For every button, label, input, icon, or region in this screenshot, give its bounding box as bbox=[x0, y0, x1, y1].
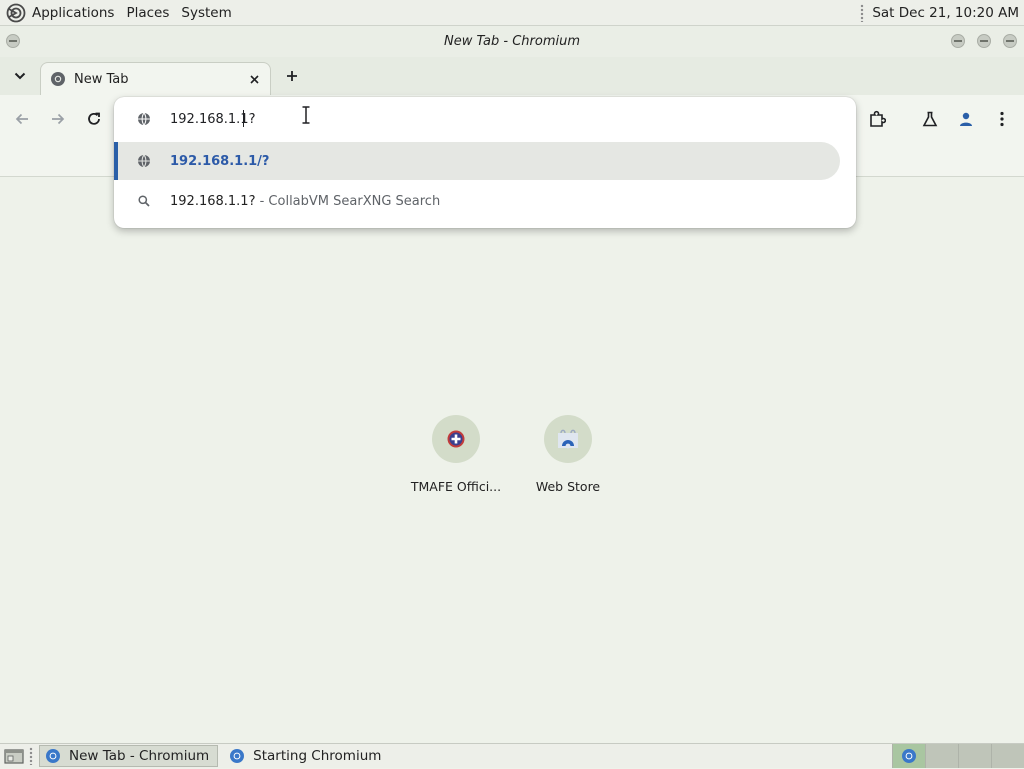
task-new-tab-chromium[interactable]: New Tab - Chromium bbox=[39, 745, 219, 767]
places-menu[interactable]: Places bbox=[121, 0, 176, 26]
panel-menu-bar: Applications Places System bbox=[0, 0, 239, 26]
profile-button[interactable] bbox=[954, 107, 978, 131]
panel-drag-handle[interactable] bbox=[860, 3, 865, 22]
labs-button[interactable] bbox=[918, 107, 942, 131]
taskbar-drag-handle[interactable] bbox=[29, 747, 33, 765]
bottom-taskbar: New Tab - Chromium Starting Chromium bbox=[0, 743, 1024, 768]
flask-icon bbox=[922, 111, 938, 127]
menu-button[interactable] bbox=[990, 107, 1014, 131]
arrow-right-icon bbox=[52, 113, 65, 125]
extensions-button[interactable] bbox=[865, 107, 889, 131]
window-menu-button[interactable] bbox=[6, 34, 20, 48]
suggestion-search-text: 192.168.1.1? - CollabVM SearXNG Search bbox=[170, 194, 440, 209]
task-label: New Tab - Chromium bbox=[69, 748, 210, 764]
puzzle-icon bbox=[870, 110, 886, 127]
shortcut-label: TMAFE Offici... bbox=[410, 479, 502, 494]
show-desktop-icon[interactable] bbox=[3, 747, 25, 765]
close-icon bbox=[249, 74, 259, 84]
omnibox-popup: 192.168.1.1/? 192.168.1.1? - CollabVM Se… bbox=[114, 97, 856, 228]
arrow-left-icon bbox=[15, 113, 28, 125]
suggestion-url[interactable]: 192.168.1.1/? bbox=[114, 142, 840, 180]
clock[interactable]: Sat Dec 21, 10:20 AM bbox=[872, 5, 1019, 21]
task-label: Starting Chromium bbox=[253, 748, 382, 764]
tab-new-tab[interactable]: New Tab bbox=[40, 62, 271, 95]
tab-strip: New Tab bbox=[0, 57, 1024, 95]
suggestion-search[interactable]: 192.168.1.1? - CollabVM SearXNG Search bbox=[114, 182, 840, 220]
workspace-4[interactable] bbox=[991, 743, 1024, 768]
person-icon bbox=[960, 112, 972, 126]
chevron-down-icon bbox=[14, 72, 26, 80]
applications-menu[interactable]: Applications bbox=[27, 0, 121, 26]
suggestion-url-text: 192.168.1.1/? bbox=[170, 153, 270, 169]
tab-title: New Tab bbox=[74, 71, 129, 87]
tab-search-button[interactable] bbox=[10, 66, 30, 86]
chromium-icon bbox=[902, 748, 916, 763]
workspace-switcher bbox=[892, 743, 1024, 769]
suggestion-engine: - CollabVM SearXNG Search bbox=[255, 193, 441, 209]
search-icon bbox=[136, 193, 152, 209]
back-button[interactable] bbox=[10, 107, 34, 131]
new-tab-button[interactable] bbox=[282, 66, 302, 86]
window-titlebar[interactable]: New Tab - Chromium bbox=[0, 26, 1024, 57]
omnibox[interactable] bbox=[114, 97, 856, 141]
shortcut-icon bbox=[432, 415, 480, 463]
suggestion-query: 192.168.1.1? bbox=[170, 193, 256, 209]
shortcut-web-store[interactable]: Web Store bbox=[520, 415, 616, 494]
web-store-icon bbox=[558, 429, 578, 449]
text-caret bbox=[243, 110, 244, 127]
chromium-icon bbox=[46, 749, 60, 763]
window-title: New Tab - Chromium bbox=[443, 34, 581, 49]
shortcut-tmafe[interactable]: TMAFE Offici... bbox=[408, 415, 504, 494]
distro-logo-icon[interactable] bbox=[6, 3, 26, 23]
kebab-menu-icon bbox=[1000, 111, 1004, 127]
task-starting-chromium[interactable]: Starting Chromium bbox=[224, 745, 389, 767]
shortcut-label: Web Store bbox=[535, 479, 601, 494]
workspace-2[interactable] bbox=[925, 743, 958, 768]
address-input[interactable] bbox=[170, 108, 770, 130]
globe-icon bbox=[136, 111, 152, 127]
reload-icon bbox=[88, 112, 100, 125]
globe-icon bbox=[136, 153, 152, 169]
shortcut-icon bbox=[544, 415, 592, 463]
workspace-1[interactable] bbox=[892, 743, 925, 768]
maximize-button[interactable] bbox=[977, 34, 991, 48]
tmafe-icon bbox=[447, 430, 465, 448]
forward-button[interactable] bbox=[46, 107, 70, 131]
reload-button[interactable] bbox=[82, 107, 106, 131]
plus-icon bbox=[287, 71, 297, 81]
minimize-button[interactable] bbox=[951, 34, 965, 48]
workspace-3[interactable] bbox=[958, 743, 991, 768]
close-tab-button[interactable] bbox=[246, 71, 262, 87]
panel-right: Sat Dec 21, 10:20 AM bbox=[860, 3, 1024, 22]
close-window-button[interactable] bbox=[1003, 34, 1017, 48]
top-panel: Applications Places System Sat Dec 21, 1… bbox=[0, 0, 1024, 26]
ibeam-cursor-icon bbox=[302, 106, 310, 124]
system-menu[interactable]: System bbox=[176, 0, 238, 26]
chromium-icon bbox=[230, 749, 245, 763]
chromium-favicon-icon bbox=[51, 72, 65, 86]
